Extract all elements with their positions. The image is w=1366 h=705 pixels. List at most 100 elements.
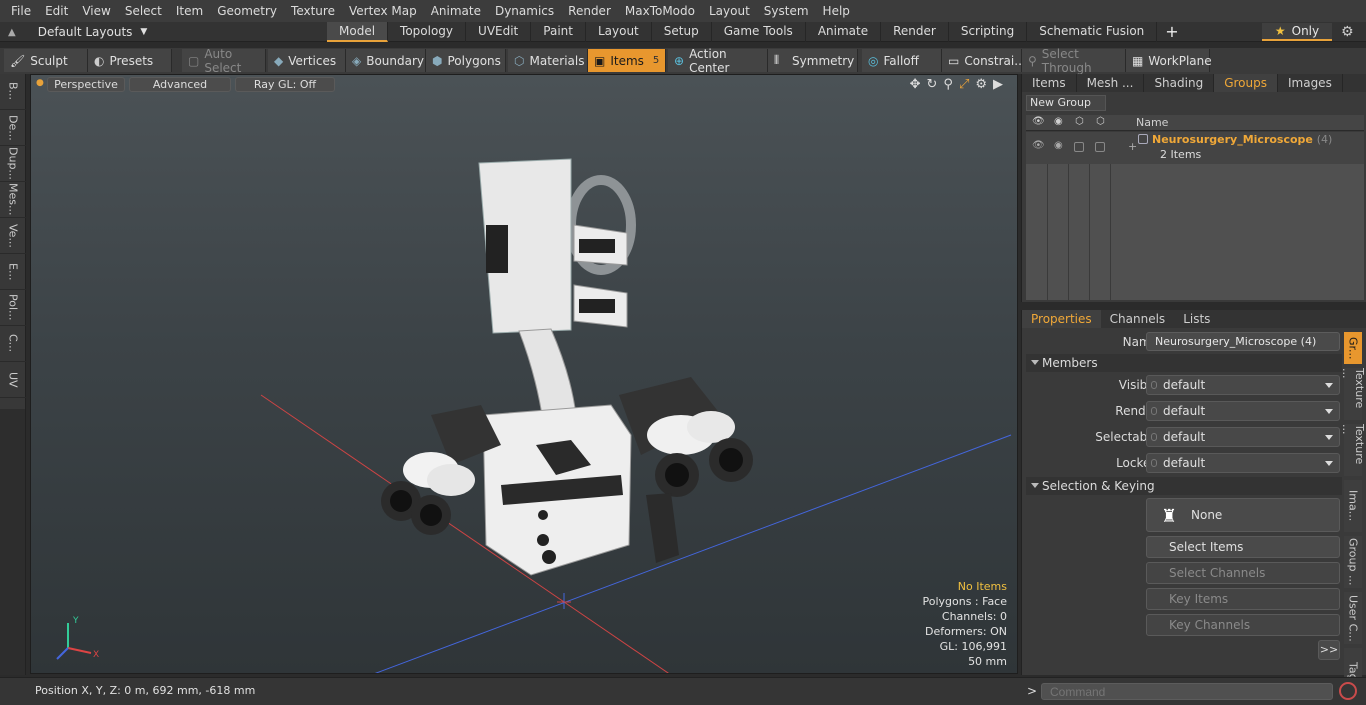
only-button[interactable]: ★ Only	[1262, 23, 1332, 41]
select-items-button[interactable]: Select Items	[1146, 536, 1340, 558]
tab-paint[interactable]: Paint	[531, 22, 586, 42]
tab-properties[interactable]: Properties	[1022, 310, 1101, 328]
tab-images[interactable]: Images	[1278, 74, 1343, 92]
vertices-button[interactable]: ◆Vertices1	[268, 49, 351, 72]
menu-system[interactable]: System	[757, 0, 816, 22]
left-strip-tab[interactable]: Dup...	[0, 146, 26, 182]
fit-icon[interactable]: ⤢	[959, 77, 969, 92]
tab-setup[interactable]: Setup	[652, 22, 712, 42]
side-tab[interactable]: Texture ...	[1340, 368, 1366, 420]
auto-select-button[interactable]: ▢ Auto Select	[182, 47, 266, 75]
tab-game-tools[interactable]: Game Tools	[712, 22, 806, 42]
select-toggle-icon[interactable]	[1095, 142, 1105, 152]
render-dropdown[interactable]: default	[1146, 401, 1340, 421]
workplane-button[interactable]: ▦ WorkPlane	[1126, 49, 1212, 72]
left-strip-tab[interactable]: B...	[0, 74, 26, 110]
tab-model[interactable]: Model	[327, 22, 389, 42]
menu-geometry[interactable]: Geometry	[210, 0, 284, 22]
tab-channels[interactable]: Channels	[1101, 310, 1175, 328]
menu-maxtomodo[interactable]: MaxToModo	[618, 0, 702, 22]
expand-icon[interactable]: +	[1128, 140, 1137, 153]
menu-texture[interactable]: Texture	[284, 0, 342, 22]
menu-edit[interactable]: Edit	[38, 0, 75, 22]
boundary-button[interactable]: ◈ Boundary	[346, 49, 426, 72]
side-tab[interactable]: Group ...	[1344, 536, 1362, 588]
tab-mesh[interactable]: Mesh ...	[1077, 74, 1145, 92]
key-items-button[interactable]: Key Items	[1146, 588, 1340, 610]
viewport-gear-icon[interactable]: ⚙	[975, 77, 987, 92]
eye-icon[interactable]: 👁	[1032, 116, 1045, 127]
selection-keying-section[interactable]: Selection & Keying	[1026, 477, 1342, 495]
record-icon[interactable]	[1339, 682, 1357, 700]
constraints-button[interactable]: ▭ Constrai...	[942, 49, 1026, 72]
perspective-dropdown[interactable]: Perspective	[47, 77, 125, 92]
name-field[interactable]: Neurosurgery_Microscope (4)	[1146, 332, 1340, 351]
move-icon[interactable]: ✥	[910, 77, 921, 92]
presets-button[interactable]: ◐ Presets	[88, 49, 172, 72]
command-input[interactable]	[1041, 683, 1333, 700]
tab-groups[interactable]: Groups	[1214, 74, 1278, 92]
selectable-dropdown[interactable]: default	[1146, 427, 1340, 447]
select-col-icon[interactable]: ⬡	[1096, 116, 1105, 127]
tab-schematic-fusion[interactable]: Schematic Fusion	[1027, 22, 1158, 42]
tab-lists[interactable]: Lists	[1174, 310, 1219, 328]
gear-icon[interactable]: ⚙	[1341, 24, 1357, 40]
left-strip-tab[interactable]: Ve...	[0, 218, 26, 254]
menu-help[interactable]: Help	[816, 0, 857, 22]
menu-item[interactable]: Item	[169, 0, 210, 22]
tab-layout[interactable]: Layout	[586, 22, 652, 42]
add-tab-icon[interactable]: +	[1157, 22, 1186, 42]
none-button[interactable]: ♜ None	[1146, 498, 1340, 532]
menu-render[interactable]: Render	[561, 0, 618, 22]
zoom-icon[interactable]: ⚲	[943, 77, 953, 92]
select-channels-button[interactable]: Select Channels	[1146, 562, 1340, 584]
left-strip-tab[interactable]: De...	[0, 110, 26, 146]
tab-uvedit[interactable]: UVEdit	[466, 22, 532, 42]
select-through-button[interactable]: ⚲ Select Through	[1022, 47, 1126, 75]
rotate-icon[interactable]: ↻	[927, 77, 938, 92]
tab-items[interactable]: Items	[1022, 74, 1077, 92]
lock-toggle-icon[interactable]	[1074, 142, 1084, 152]
render-icon[interactable]: ◉	[1054, 116, 1063, 127]
key-channels-button[interactable]: Key Channels	[1146, 614, 1340, 636]
lock-col-icon[interactable]: ⬡	[1075, 116, 1084, 127]
menu-dynamics[interactable]: Dynamics	[488, 0, 561, 22]
tab-topology[interactable]: Topology	[388, 22, 467, 42]
visible-dropdown[interactable]: default	[1146, 375, 1340, 395]
symmetry-button[interactable]: ⫴ Symmetry	[768, 49, 858, 72]
side-tab[interactable]: Texture ...	[1340, 424, 1366, 476]
more-button[interactable]: >>	[1318, 640, 1340, 660]
visible-toggle-icon[interactable]: 👁	[1032, 140, 1045, 151]
advanced-dropdown[interactable]: Advanced	[129, 77, 231, 92]
menu-animate[interactable]: Animate	[424, 0, 488, 22]
group-row[interactable]: 👁 ◉ + Neurosurgery_Microscope (4) 2 Item…	[1026, 132, 1364, 164]
left-strip-tab[interactable]: E...	[0, 254, 26, 290]
default-layouts-dropdown[interactable]: ▲ Default Layouts ▼	[8, 22, 147, 42]
materials-button[interactable]: ⬡ Materials	[508, 49, 588, 72]
menu-vertex-map[interactable]: Vertex Map	[342, 0, 424, 22]
side-tab[interactable]: User C...	[1344, 592, 1362, 644]
items-button[interactable]: ▣ Items 5	[588, 49, 666, 72]
raygl-dropdown[interactable]: Ray GL: Off	[235, 77, 335, 92]
tab-scripting[interactable]: Scripting	[949, 22, 1028, 42]
menu-view[interactable]: View	[75, 0, 117, 22]
menu-layout[interactable]: Layout	[702, 0, 757, 22]
new-group-button[interactable]: New Group	[1026, 95, 1106, 111]
left-strip-tab[interactable]: UV	[0, 362, 26, 398]
side-tab[interactable]: Gr...	[1344, 332, 1362, 364]
left-strip-tab[interactable]: C...	[0, 326, 26, 362]
sculpt-button[interactable]: 🖌 Sculpt	[4, 49, 88, 72]
menu-file[interactable]: File	[4, 0, 38, 22]
tab-animate[interactable]: Animate	[806, 22, 882, 42]
3d-viewport[interactable]: ● Perspective Advanced Ray GL: Off ✥ ↻ ⚲…	[30, 74, 1018, 674]
render-toggle-icon[interactable]: ◉	[1054, 140, 1063, 151]
tab-render[interactable]: Render	[881, 22, 949, 42]
locked-dropdown[interactable]: default	[1146, 453, 1340, 473]
play-icon[interactable]: ▶	[993, 77, 1003, 92]
tab-shading[interactable]: Shading	[1144, 74, 1215, 92]
members-section[interactable]: Members	[1026, 354, 1342, 372]
menu-select[interactable]: Select	[118, 0, 169, 22]
left-strip-tab[interactable]: Mes...	[0, 182, 26, 218]
polygons-button[interactable]: ⬢ Polygons	[426, 49, 506, 72]
action-center-button[interactable]: ⊕ Action Center	[668, 47, 768, 75]
